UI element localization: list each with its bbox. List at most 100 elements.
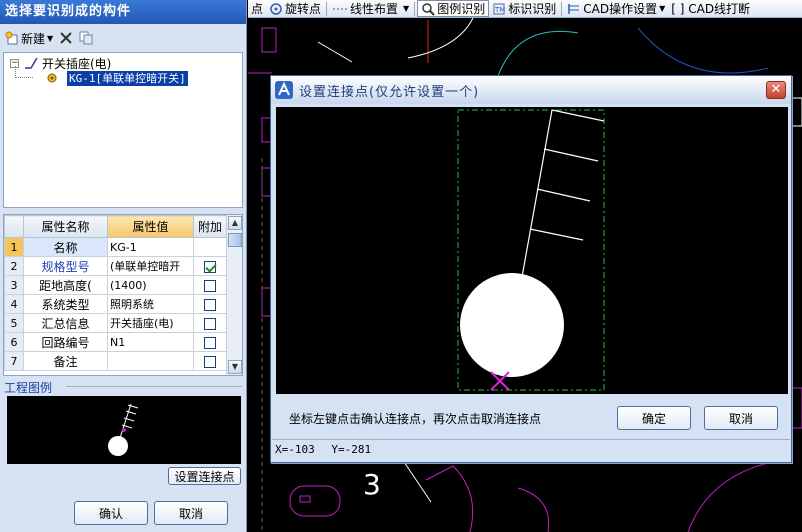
table-row[interactable]: 2 规格型号 (单联单控暗开 bbox=[4, 256, 227, 276]
chevron-down-icon: ▼ bbox=[47, 33, 54, 43]
table-row[interactable]: 6 回路编号 N1 bbox=[4, 332, 227, 352]
toolbar-cad-break[interactable]: [ ] CAD线打断 bbox=[668, 0, 753, 17]
attach-checkbox[interactable] bbox=[204, 317, 216, 330]
header-property-name[interactable]: 属性名称 bbox=[23, 215, 108, 238]
rotate-point-label: 旋转点 bbox=[285, 2, 322, 16]
scroll-down-icon[interactable]: ▼ bbox=[228, 360, 242, 374]
toolbar-legend-recognize[interactable]: 图例识别 bbox=[417, 0, 490, 17]
legend-recognize-label: 图例识别 bbox=[437, 2, 486, 16]
linear-layout-label: 线性布置 bbox=[350, 2, 399, 16]
toolbar-rotate-point[interactable]: 旋转点 bbox=[266, 0, 324, 17]
toolbar-separator bbox=[326, 1, 328, 16]
legend-recognize-icon bbox=[422, 2, 435, 16]
grid-scrollbar[interactable]: ▲ ▼ bbox=[226, 215, 242, 375]
legend-section-title: 工程图例 bbox=[4, 381, 53, 395]
switch-symbol-preview bbox=[108, 403, 139, 456]
table-row[interactable]: 7 备注 bbox=[4, 351, 227, 371]
component-selection-panel: 选择要识别成的构件 新建 ▼ − 开关插座(电) KG-1[单联单控暗开关] 属… bbox=[0, 0, 247, 532]
row-number: 2 bbox=[4, 256, 24, 276]
switch-symbol-large bbox=[457, 109, 605, 391]
chevron-down-icon: ▼ bbox=[403, 4, 410, 13]
mark-recognize-label: 标识识别 bbox=[508, 2, 557, 16]
toolbar-linear-layout[interactable]: 线性布置 ▼ bbox=[329, 0, 412, 17]
attach-checkbox[interactable] bbox=[204, 298, 216, 311]
row-number: 3 bbox=[4, 275, 24, 295]
property-table: 属性名称 属性值 附加 1 名称 KG-1 2 规格型号 (单联单控暗开 3 距… bbox=[4, 215, 227, 371]
chevron-down-icon: ▼ bbox=[659, 4, 666, 13]
header-attach[interactable]: 附加 bbox=[193, 215, 227, 238]
property-value[interactable]: 照明系统 bbox=[107, 294, 194, 314]
cad-settings-icon bbox=[568, 3, 580, 14]
switch-socket-icon bbox=[25, 57, 38, 69]
coordinate-status-bar: X=-103 Y=-281 bbox=[272, 439, 790, 461]
tree-child-label: KG-1[单联单控暗开关] bbox=[67, 70, 188, 86]
svg-text:TM: TM bbox=[494, 6, 505, 14]
table-row[interactable]: 1 名称 KG-1 bbox=[4, 237, 227, 257]
toolbar-mark-recognize[interactable]: TM 标识识别 bbox=[489, 0, 559, 17]
row-number: 6 bbox=[4, 332, 24, 352]
toolbar-cad-settings[interactable]: CAD操作设置 ▼ bbox=[564, 0, 668, 17]
mark-recognize-icon: TM bbox=[493, 3, 506, 14]
rownum-header bbox=[4, 215, 24, 238]
dialog-title: 设置连接点(仅允许设置一个) bbox=[299, 84, 480, 100]
property-name: 规格型号 bbox=[23, 256, 108, 276]
row-number: 7 bbox=[4, 351, 24, 371]
set-connection-point-dialog: 设置连接点(仅允许设置一个) ✕ 坐标左键点击确认连接点，再次点击取消连接点 确… bbox=[270, 75, 792, 463]
attach-checkbox[interactable] bbox=[204, 336, 216, 349]
property-grid: 属性名称 属性值 附加 1 名称 KG-1 2 规格型号 (单联单控暗开 3 距… bbox=[3, 214, 243, 376]
toolbar-separator bbox=[414, 1, 416, 16]
table-row[interactable]: 3 距地高度( (1400) bbox=[4, 275, 227, 295]
scroll-thumb[interactable] bbox=[228, 233, 242, 247]
set-connection-point-button[interactable]: 设置连接点 bbox=[168, 467, 241, 485]
attach-cell bbox=[193, 237, 227, 257]
gear-icon bbox=[47, 73, 57, 83]
property-value[interactable]: (1400) bbox=[107, 275, 194, 295]
property-name: 汇总信息 bbox=[23, 313, 108, 333]
cad-break-label: [ ] CAD线打断 bbox=[671, 2, 751, 16]
property-value[interactable]: N1 bbox=[107, 332, 194, 352]
property-value[interactable]: 开关插座(电) bbox=[107, 313, 194, 333]
close-icon[interactable]: ✕ bbox=[766, 81, 786, 99]
connection-point-canvas[interactable] bbox=[276, 107, 788, 394]
new-button[interactable]: 新建 ▼ bbox=[5, 30, 53, 47]
ok-button[interactable]: 确定 bbox=[617, 406, 691, 430]
dialog-title-bar[interactable]: 设置连接点(仅允许设置一个) bbox=[271, 76, 791, 104]
rotate-point-icon bbox=[270, 2, 282, 15]
attach-checkbox[interactable] bbox=[204, 260, 216, 273]
attach-checkbox[interactable] bbox=[204, 355, 216, 368]
legend-divider bbox=[66, 386, 242, 387]
copy-icon[interactable] bbox=[79, 31, 93, 45]
cancel-button[interactable]: 取消 bbox=[154, 501, 228, 525]
tree-root-label: 开关插座(电) bbox=[42, 56, 112, 71]
table-row[interactable]: 5 汇总信息 开关插座(电) bbox=[4, 313, 227, 333]
property-name: 回路编号 bbox=[23, 332, 108, 352]
point-label: 点 bbox=[251, 2, 264, 16]
linear-layout-icon bbox=[333, 8, 348, 9]
row-number: 5 bbox=[4, 313, 24, 333]
tree-child-node[interactable]: KG-1[单联单控暗开关] bbox=[45, 70, 188, 86]
toolbar-point[interactable]: 点 bbox=[248, 0, 266, 17]
component-tree: − 开关插座(电) KG-1[单联单控暗开关] bbox=[3, 52, 243, 208]
row-number: 1 bbox=[4, 237, 24, 257]
scroll-up-icon[interactable]: ▲ bbox=[228, 216, 242, 230]
legend-preview bbox=[7, 396, 241, 464]
panel-toolbar: 新建 ▼ bbox=[0, 24, 246, 52]
property-value[interactable]: (单联单控暗开 bbox=[107, 256, 194, 276]
x-coordinate: X=-103 bbox=[275, 443, 315, 456]
property-value[interactable] bbox=[107, 351, 194, 371]
tree-root-node[interactable]: − 开关插座(电) bbox=[10, 55, 111, 71]
delete-icon[interactable] bbox=[59, 31, 73, 45]
y-coordinate: Y=-281 bbox=[331, 443, 372, 456]
dialog-cancel-button[interactable]: 取消 bbox=[704, 406, 778, 430]
table-row[interactable]: 4 系统类型 照明系统 bbox=[4, 294, 227, 314]
property-name: 名称 bbox=[23, 237, 108, 257]
dialog-instruction: 坐标左键点击确认连接点，再次点击取消连接点 bbox=[289, 412, 542, 426]
property-value[interactable]: KG-1 bbox=[107, 237, 194, 257]
new-button-label: 新建 bbox=[21, 31, 46, 46]
attach-checkbox[interactable] bbox=[204, 279, 216, 292]
header-property-value[interactable]: 属性值 bbox=[107, 215, 194, 238]
property-name: 距地高度( bbox=[23, 275, 108, 295]
main-toolbar: 点 旋转点 线性布置 ▼ 图例识别 TM 标识识别 CAD操作设置 ▼ [] … bbox=[248, 0, 802, 18]
confirm-button[interactable]: 确认 bbox=[74, 501, 148, 525]
property-name: 备注 bbox=[23, 351, 108, 371]
